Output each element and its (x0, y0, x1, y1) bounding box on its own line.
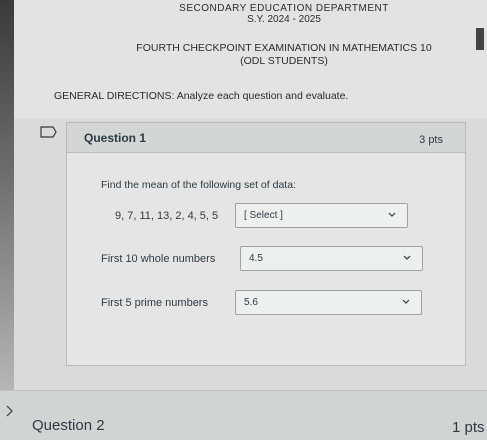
question-1-prompt: Find the mean of the following set of da… (101, 179, 296, 191)
exam-title: FOURTH CHECKPOINT EXAMINATION IN MATHEMA… (136, 42, 432, 54)
match-item-label: 9, 7, 11, 13, 2, 4, 5, 5 (115, 210, 219, 222)
question-1-title: Question 1 (84, 131, 147, 145)
exam-audience: (ODL STUDENTS) (240, 55, 328, 67)
chevron-down-icon (402, 299, 410, 304)
select-value: 5.6 (244, 297, 258, 308)
question-1-card: Question 1 3 pts Find the mean of the fo… (66, 122, 466, 366)
answer-select-3[interactable]: 5.6 (235, 290, 422, 315)
flag-icon[interactable] (6, 405, 18, 417)
chevron-down-icon (388, 212, 396, 217)
question-2-card: Question 2 1 pts (0, 390, 487, 440)
department-name: SECONDARY EDUCATION DEPARTMENT (179, 3, 389, 14)
chevron-down-icon (403, 255, 411, 260)
select-value: [ Select ] (244, 210, 283, 221)
question-1-header: Question 1 3 pts (67, 123, 465, 153)
match-item-label: First 5 prime numbers (101, 297, 208, 309)
answer-select-2[interactable]: 4.5 (240, 246, 423, 271)
school-year: S.Y. 2024 - 2025 (247, 14, 321, 25)
question-2-points: 1 pts (452, 419, 485, 436)
question-1-points: 3 pts (419, 134, 443, 146)
match-item-label: First 10 whole numbers (101, 253, 216, 265)
select-value: 4.5 (249, 253, 263, 264)
answer-select-1[interactable]: [ Select ] (235, 203, 408, 228)
general-directions: GENERAL DIRECTIONS: Analyze each questio… (54, 90, 349, 102)
flag-icon[interactable] (40, 126, 58, 138)
right-edge-bar (476, 28, 484, 50)
question-2-title: Question 2 (32, 417, 105, 434)
exam-header: SECONDARY EDUCATION DEPARTMENT S.Y. 2024… (14, 0, 487, 118)
left-background-strip (0, 0, 14, 440)
